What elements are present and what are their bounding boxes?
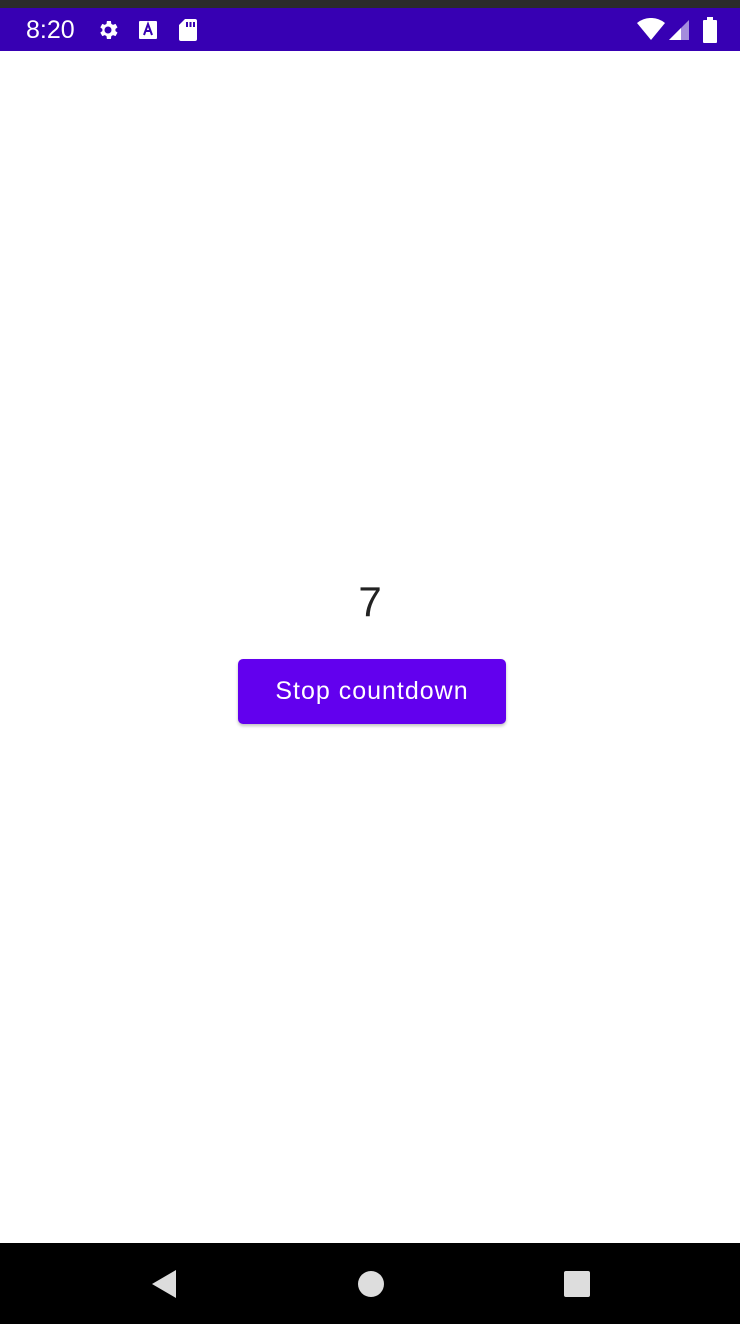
sd-card-icon [178, 8, 198, 51]
recents-icon[interactable] [537, 1243, 617, 1324]
countdown-value: 7 [358, 578, 382, 625]
status-bar: 8:20 [0, 8, 740, 51]
main-content: 7 Stop countdown [0, 51, 740, 1243]
stop-countdown-button[interactable]: Stop countdown [238, 659, 506, 724]
navigation-bar [0, 1243, 740, 1324]
back-icon[interactable] [124, 1243, 204, 1324]
status-time: 8:20 [26, 16, 75, 44]
top-edge [0, 0, 740, 8]
home-icon[interactable] [331, 1243, 411, 1324]
gear-icon [96, 8, 120, 51]
a-badge-icon [138, 8, 158, 51]
battery-icon [702, 8, 718, 51]
wifi-icon [636, 8, 666, 51]
cell-signal-icon [667, 8, 691, 51]
